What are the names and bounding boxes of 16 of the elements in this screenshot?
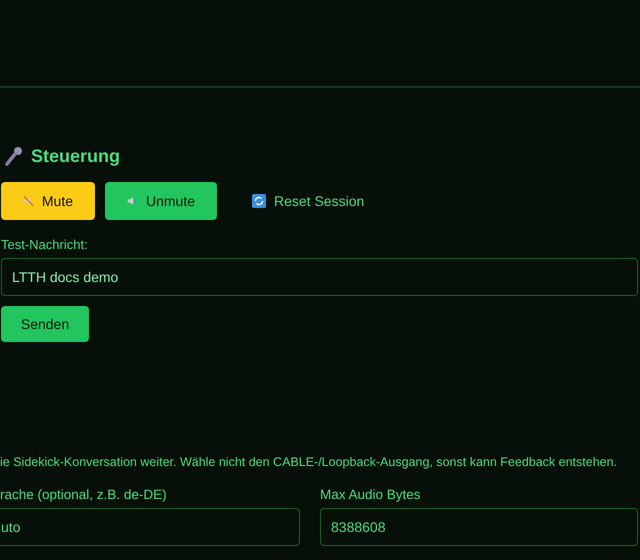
speaker-icon xyxy=(127,194,138,208)
section-title: Steuerung xyxy=(31,146,120,166)
send-button[interactable]: Senden xyxy=(1,306,89,342)
mute-button[interactable]: Mute xyxy=(1,182,95,220)
microphone-icon xyxy=(5,146,23,166)
field-label: Max Audio Bytes xyxy=(320,487,422,502)
message-field[interactable]: LTTH docs demo xyxy=(1,258,638,296)
input-field[interactable]: uto xyxy=(0,508,300,546)
muted-speaker-icon xyxy=(23,194,34,208)
field-label: Test-Nachricht: xyxy=(1,237,89,252)
hint-text: ie Sidekick-Konversation weiter. Wähle nicht den CABLE-/Loopback-Ausgang, sonst kann Feedback entstehen. xyxy=(0,455,618,469)
unmute-button[interactable]: Unmute xyxy=(105,182,217,220)
reset-button[interactable]: Reset Session xyxy=(230,182,386,220)
input-field[interactable]: 8388608 xyxy=(320,508,638,546)
refresh-icon xyxy=(252,194,266,208)
field-label: rache (optional, z.B. de-DE) xyxy=(0,487,168,502)
